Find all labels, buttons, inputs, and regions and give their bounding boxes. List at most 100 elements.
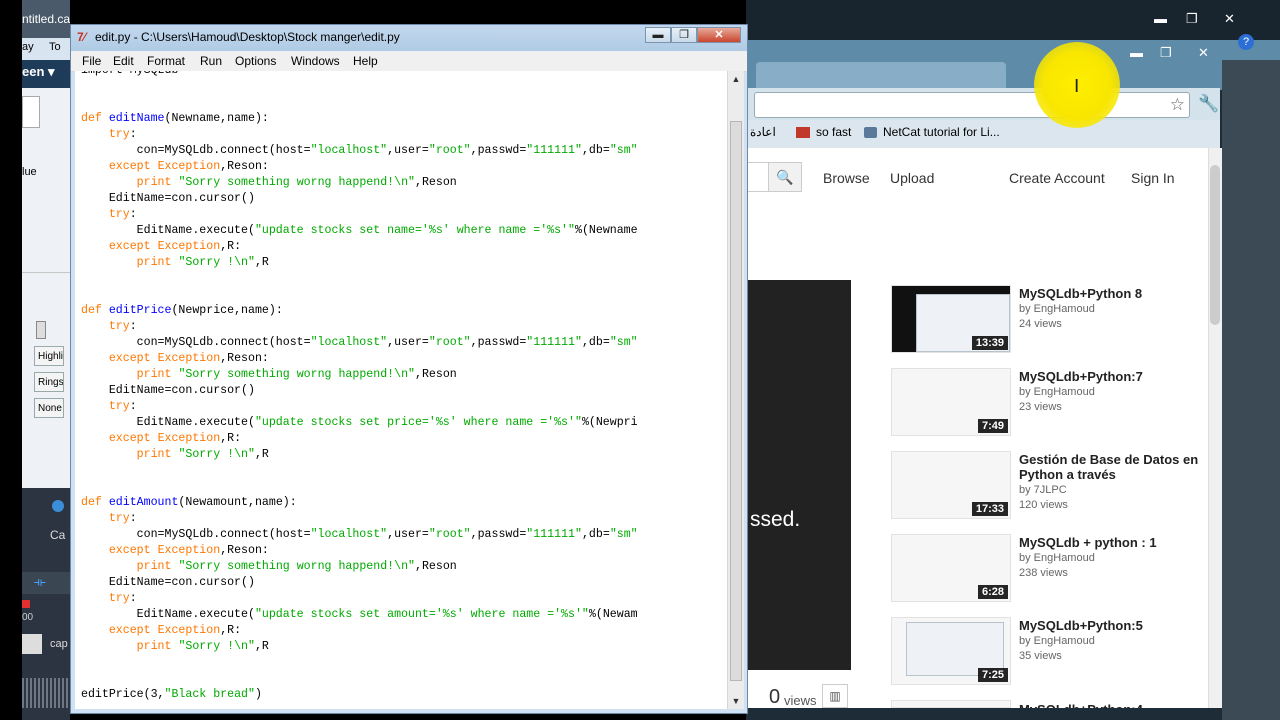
code-line[interactable]: print "Sorry !\n",R: [81, 255, 269, 271]
code-line[interactable]: con=MySQLdb.connect(host="localhost",use…: [81, 527, 638, 543]
none-option[interactable]: None: [34, 398, 64, 418]
video-thumbnail[interactable]: 13:39: [891, 285, 1011, 353]
video-author[interactable]: by EngHamoud: [1019, 635, 1095, 647]
rings-option[interactable]: Rings: [34, 372, 64, 392]
video-thumbnail[interactable]: 7:25: [891, 617, 1011, 685]
menu-format[interactable]: Format: [147, 54, 185, 68]
split-icon[interactable]: ⟛: [34, 574, 46, 590]
help-icon[interactable]: ?: [1238, 34, 1254, 50]
code-line[interactable]: con=MySQLdb.connect(host="localhost",use…: [81, 143, 638, 159]
maximize-icon[interactable]: ❐: [671, 27, 697, 43]
code-line[interactable]: def editName(Newname,name):: [81, 111, 269, 127]
code-line[interactable]: try:: [81, 207, 137, 223]
video-thumbnail[interactable]: [891, 700, 1011, 708]
star-icon[interactable]: ☆: [1170, 95, 1185, 115]
page-scrollbar-thumb[interactable]: [1210, 165, 1220, 325]
video-title[interactable]: MySQLdb + python : 1: [1019, 535, 1199, 550]
address-bar[interactable]: ☆: [754, 92, 1190, 118]
code-token: (Newname,name):: [164, 112, 269, 125]
code-line[interactable]: except Exception,Reson:: [81, 543, 269, 559]
code-token: :: [129, 512, 137, 525]
menu-file[interactable]: File: [82, 54, 101, 68]
code-line[interactable]: EditName=con.cursor(): [81, 383, 255, 399]
wrench-icon[interactable]: 🔧: [1198, 94, 1219, 114]
code-line[interactable]: print "Sorry something worng happend!\n"…: [81, 367, 457, 383]
background-menu-item[interactable]: ay: [22, 41, 34, 53]
create-account-link[interactable]: Create Account: [1009, 170, 1105, 186]
record-icon[interactable]: [52, 500, 64, 512]
code-line[interactable]: EditName=con.cursor(): [81, 575, 255, 591]
code-line[interactable]: except Exception,R:: [81, 623, 241, 639]
background-menu-item[interactable]: To: [49, 41, 61, 53]
scroll-up-icon[interactable]: ▲: [728, 71, 744, 87]
sign-in-link[interactable]: Sign In: [1131, 170, 1175, 186]
video-thumbnail[interactable]: 6:28: [891, 534, 1011, 602]
code-line[interactable]: import MySQLdb: [81, 71, 178, 79]
code-line[interactable]: def editAmount(Newamount,name):: [81, 495, 297, 511]
browser-tab[interactable]: [756, 62, 1006, 88]
code-line[interactable]: except Exception,R:: [81, 431, 241, 447]
video-title[interactable]: Gestión de Base de Datos en Python a tra…: [1019, 452, 1199, 482]
code-line[interactable]: EditName=con.cursor(): [81, 191, 255, 207]
code-editor[interactable]: import MySQLdb def editName(Newname,name)…: [75, 71, 727, 709]
browser-minimize-icon[interactable]: ▬: [1130, 46, 1143, 60]
bookmark-item[interactable]: اعادة: [750, 125, 776, 139]
code-line[interactable]: try:: [81, 511, 137, 527]
video-author[interactable]: by EngHamoud: [1019, 303, 1095, 315]
code-token: ,R:: [220, 624, 242, 637]
slider-handle[interactable]: [36, 321, 46, 339]
bar-chart-icon[interactable]: ▥: [822, 684, 848, 708]
video-author[interactable]: by EngHamoud: [1019, 386, 1095, 398]
code-line[interactable]: def editPrice(Newprice,name):: [81, 303, 283, 319]
menu-windows[interactable]: Windows: [291, 54, 340, 68]
video-title[interactable]: MySQLdb+Python:5: [1019, 618, 1199, 633]
outer-close-icon[interactable]: ✕: [1224, 12, 1235, 26]
background-ribbon-label[interactable]: een ▾: [22, 64, 55, 80]
code-line[interactable]: print "Sorry something worng happend!\n"…: [81, 175, 457, 191]
code-line[interactable]: EditName.execute("update stocks set pric…: [81, 415, 638, 431]
minimize-icon[interactable]: ▬: [645, 27, 671, 43]
browse-link[interactable]: Browse: [823, 170, 870, 186]
menu-edit[interactable]: Edit: [113, 54, 134, 68]
upload-link[interactable]: Upload: [890, 170, 934, 186]
code-line[interactable]: try:: [81, 319, 137, 335]
video-thumbnail[interactable]: 7:49: [891, 368, 1011, 436]
video-author[interactable]: by EngHamoud: [1019, 552, 1095, 564]
browser-maximize-icon[interactable]: ❐: [1160, 46, 1172, 60]
code-line[interactable]: print "Sorry !\n",R: [81, 447, 269, 463]
code-line[interactable]: except Exception,R:: [81, 239, 241, 255]
menu-run[interactable]: Run: [200, 54, 222, 68]
video-author[interactable]: by 7JLPC: [1019, 484, 1067, 496]
menu-options[interactable]: Options: [235, 54, 276, 68]
browser-close-icon[interactable]: ✕: [1198, 46, 1209, 60]
code-line[interactable]: except Exception,Reson:: [81, 159, 269, 175]
scroll-down-icon[interactable]: ▼: [728, 693, 744, 709]
bookmark-item[interactable]: NetCat tutorial for Li...: [883, 125, 1000, 139]
code-line[interactable]: try:: [81, 591, 137, 607]
bookmark-item[interactable]: so fast: [816, 125, 851, 139]
video-title[interactable]: MySQLdb+Python:7: [1019, 369, 1199, 384]
video-title[interactable]: MySQLdb+Python:4: [1019, 702, 1199, 708]
highlight-option[interactable]: Highlig: [34, 346, 64, 366]
editor-scrollbar[interactable]: ▲ ▼: [727, 71, 744, 709]
scrollbar-thumb[interactable]: [730, 121, 742, 681]
video-player[interactable]: ssed.: [746, 280, 851, 670]
code-line[interactable]: print "Sorry something worng happend!\n"…: [81, 559, 457, 575]
video-title[interactable]: MySQLdb+Python 8: [1019, 286, 1199, 301]
video-thumbnail[interactable]: 17:33: [891, 451, 1011, 519]
clip-thumbnail[interactable]: [22, 634, 42, 654]
code-line[interactable]: try:: [81, 127, 137, 143]
outer-maximize-icon[interactable]: ❐: [1186, 12, 1198, 26]
code-line[interactable]: con=MySQLdb.connect(host="localhost",use…: [81, 335, 638, 351]
code-line[interactable]: EditName.execute("update stocks set amou…: [81, 607, 638, 623]
playhead-marker[interactable]: [22, 600, 30, 608]
outer-minimize-icon[interactable]: ▬: [1154, 12, 1167, 26]
code-line[interactable]: try:: [81, 399, 137, 415]
code-line[interactable]: EditName.execute("update stocks set name…: [81, 223, 638, 239]
code-line[interactable]: except Exception,Reson:: [81, 351, 269, 367]
code-line[interactable]: editPrice(3,"Black bread"): [81, 687, 262, 703]
menu-help[interactable]: Help: [353, 54, 378, 68]
code-line[interactable]: print "Sorry !\n",R: [81, 639, 269, 655]
search-icon[interactable]: 🔍: [768, 162, 802, 192]
close-icon[interactable]: ✕: [697, 27, 741, 43]
